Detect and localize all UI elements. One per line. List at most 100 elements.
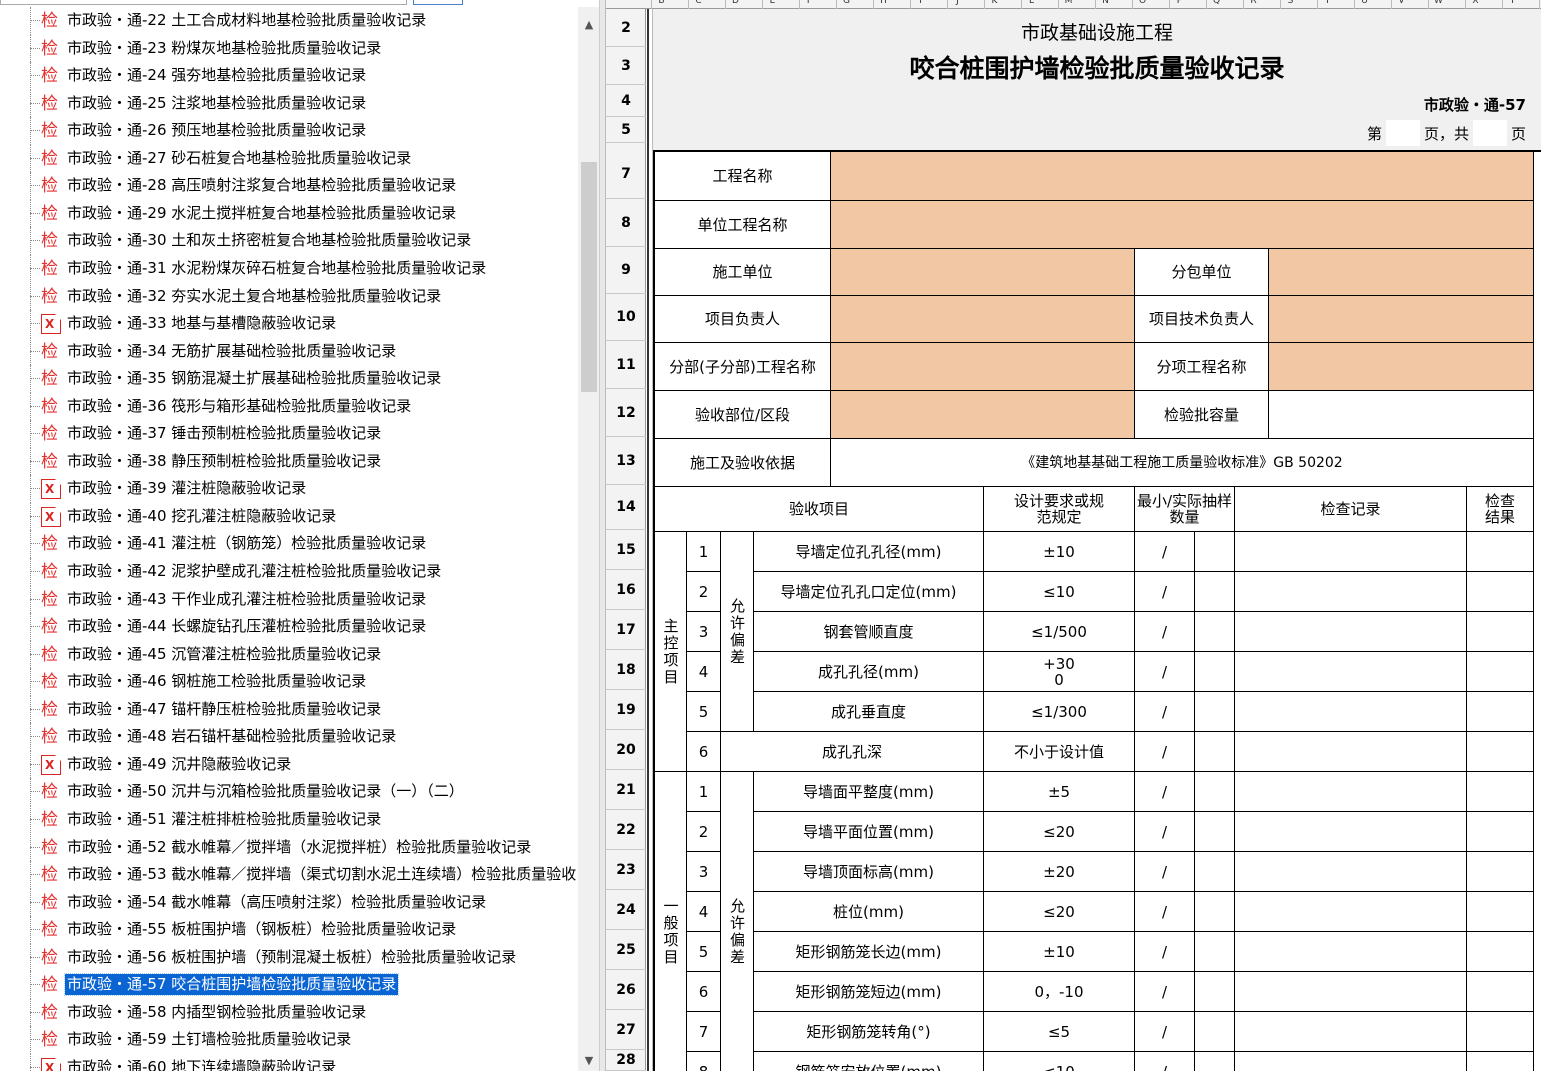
column-header[interactable]: S: [1280, 0, 1300, 9]
tree-item[interactable]: 检市政验・通-41 灌注桩（钢筋笼）检验批质量验收记录: [0, 530, 578, 558]
tree-item-label[interactable]: 市政验・通-39 灌注桩隐蔽验收记录: [65, 478, 308, 499]
row-header[interactable]: 23: [606, 850, 646, 890]
row-header[interactable]: 11: [606, 341, 646, 389]
column-header[interactable]: Y: [1502, 0, 1522, 9]
tree-item[interactable]: 检市政验・通-23 粉煤灰地基检验批质量验收记录: [0, 34, 578, 63]
tree-item[interactable]: 检市政验・通-52 截水帷幕／搅拌墙（水泥搅拌桩）检验批质量验收记录: [0, 833, 578, 861]
scroll-up-icon[interactable]: ▲: [578, 15, 599, 35]
general-row-record[interactable]: [1235, 972, 1467, 1012]
tree-item-label[interactable]: 市政验・通-51 灌注桩排桩检验批质量验收记录: [65, 809, 383, 830]
row-header[interactable]: 18: [606, 650, 646, 690]
tree-item[interactable]: X 市政验・通-33 地基与基槽隐蔽验收记录: [0, 310, 578, 338]
row-header[interactable]: 20: [606, 730, 646, 770]
tree-item[interactable]: 检市政验・通-37 锤击预制桩检验批质量验收记录: [0, 420, 578, 448]
row-header[interactable]: 22: [606, 810, 646, 850]
general-row-record[interactable]: [1235, 852, 1467, 892]
general-row-result[interactable]: [1467, 972, 1534, 1012]
tree-item-label[interactable]: 市政验・通-57 咬合桩围护墙检验批质量验收记录: [63, 973, 400, 997]
tech-manager-input[interactable]: [1269, 296, 1534, 343]
general-row-actual[interactable]: [1195, 1052, 1235, 1071]
tree-item[interactable]: 检市政验・通-35 钢筋混凝土扩展基础检验批质量验收记录: [0, 365, 578, 393]
tree-item[interactable]: 检市政验・通-54 截水帷幕（高压喷射注浆）检验批质量验收记录: [0, 888, 578, 917]
capacity-input[interactable]: [1269, 391, 1534, 439]
row-header[interactable]: 12: [606, 389, 646, 437]
tree-item[interactable]: 检市政验・通-44 长螺旋钻孔压灌桩检验批质量验收记录: [0, 613, 578, 641]
tree-item-label[interactable]: 市政验・通-42 泥浆护壁成孔灌注桩检验批质量验收记录: [65, 561, 443, 582]
tree-item-label[interactable]: 市政验・通-54 截水帷幕（高压喷射注浆）检验批质量验收记录: [65, 892, 488, 913]
main-row-record[interactable]: [1235, 612, 1467, 652]
subcontractor-input[interactable]: [1269, 249, 1534, 296]
tree-item-label[interactable]: 市政验・通-40 挖孔灌注桩隐蔽验收记录: [65, 506, 338, 527]
column-header[interactable]: U: [1354, 0, 1374, 9]
column-header[interactable]: X: [1465, 0, 1485, 9]
column-header[interactable]: K: [984, 0, 1004, 9]
project-manager-input[interactable]: [831, 296, 1135, 343]
tree-item-label[interactable]: 市政验・通-33 地基与基槽隐蔽验收记录: [65, 313, 338, 334]
row-header[interactable]: 8: [606, 199, 646, 247]
tree-item[interactable]: 检市政验・通-59 土钉墙检验批质量验收记录: [0, 1026, 578, 1054]
column-header[interactable]: F: [799, 0, 819, 9]
tree-item[interactable]: 检市政验・通-24 强夯地基检验批质量验收记录: [0, 62, 578, 90]
row-header[interactable]: 16: [606, 570, 646, 610]
tree-item[interactable]: 检市政验・通-29 水泥土搅拌桩复合地基检验批质量验收记录: [0, 199, 578, 228]
column-header[interactable]: B: [651, 0, 671, 9]
tree-item[interactable]: 检市政验・通-42 泥浆护壁成孔灌注桩检验批质量验收记录: [0, 558, 578, 586]
general-row-record[interactable]: [1235, 1012, 1467, 1052]
tree-item[interactable]: X 市政验・通-49 沉井隐蔽验收记录: [0, 750, 578, 779]
main-row-result[interactable]: [1467, 652, 1534, 692]
row-header[interactable]: 3: [606, 47, 646, 85]
tree-item[interactable]: X 市政验・通-39 灌注桩隐蔽验收记录: [0, 475, 578, 503]
page-total-input[interactable]: [1472, 120, 1507, 146]
general-row-record[interactable]: [1235, 892, 1467, 932]
tree-item-label[interactable]: 市政验・通-44 长螺旋钻孔压灌桩检验批质量验收记录: [65, 616, 428, 637]
tree-item[interactable]: 检市政验・通-55 板桩围护墙（钢板桩）检验批质量验收记录: [0, 916, 578, 944]
tree-item-label[interactable]: 市政验・通-52 截水帷幕／搅拌墙（水泥搅拌桩）检验批质量验收记录: [65, 837, 533, 858]
main-row-result[interactable]: [1467, 572, 1534, 612]
tree-item[interactable]: 检市政验・通-46 钢桩施工检验批质量验收记录: [0, 668, 578, 696]
column-header[interactable]: L: [1021, 0, 1041, 9]
tree-item-label[interactable]: 市政验・通-48 岩石锚杆基础检验批质量验收记录: [65, 726, 398, 747]
column-header[interactable]: J: [947, 0, 967, 9]
tree-item-label[interactable]: 市政验・通-35 钢筋混凝土扩展基础检验批质量验收记录: [65, 368, 443, 389]
main-row-actual[interactable]: [1195, 532, 1235, 572]
subitem-input[interactable]: [1269, 343, 1534, 391]
column-header[interactable]: R: [1243, 0, 1263, 9]
main-row-record[interactable]: [1235, 732, 1467, 772]
tree-item-label[interactable]: 市政验・通-22 土工合成材料地基检验批质量验收记录: [65, 10, 428, 31]
row-header[interactable]: 9: [606, 247, 646, 294]
general-row-result[interactable]: [1467, 1052, 1534, 1071]
tree-item-label[interactable]: 市政验・通-55 板桩围护墙（钢板桩）检验批质量验收记录: [65, 919, 458, 940]
main-row-actual[interactable]: [1195, 732, 1235, 772]
general-row-record[interactable]: [1235, 1052, 1467, 1071]
tree-item[interactable]: 检市政验・通-45 沉管灌注桩检验批质量验收记录: [0, 640, 578, 669]
tree-item[interactable]: 检市政验・通-25 注浆地基检验批质量验收记录: [0, 89, 578, 118]
tree-item-label[interactable]: 市政验・通-30 土和灰土挤密桩复合地基检验批质量验收记录: [65, 230, 473, 251]
main-row-actual[interactable]: [1195, 692, 1235, 732]
row-header[interactable]: 25: [606, 930, 646, 970]
row-header[interactable]: 15: [606, 530, 646, 570]
row-header[interactable]: 24: [606, 890, 646, 930]
tree-item-label[interactable]: 市政验・通-27 砂石桩复合地基检验批质量验收记录: [65, 148, 413, 169]
row-header[interactable]: 19: [606, 690, 646, 730]
row-header[interactable]: 17: [606, 610, 646, 650]
tree-item-label[interactable]: 市政验・通-53 截水帷幕／搅拌墙（渠式切割水泥土连续墙）检验批质量验收: [65, 864, 578, 885]
general-row-record[interactable]: [1235, 772, 1467, 812]
tree-item[interactable]: 检市政验・通-22 土工合成材料地基检验批质量验收记录: [0, 7, 578, 35]
general-row-actual[interactable]: [1195, 1012, 1235, 1052]
tree-item-label[interactable]: 市政验・通-38 静压预制桩检验批质量验收记录: [65, 451, 383, 472]
main-row-record[interactable]: [1235, 652, 1467, 692]
tree-item[interactable]: 检市政验・通-47 锚杆静压桩检验批质量验收记录: [0, 695, 578, 724]
general-row-result[interactable]: [1467, 812, 1534, 852]
tree-item[interactable]: X 市政验・通-60 地下连续墙隐蔽验收记录: [0, 1053, 578, 1071]
tree-item-label[interactable]: 市政验・通-41 灌注桩（钢筋笼）检验批质量验收记录: [65, 533, 428, 554]
general-row-actual[interactable]: [1195, 812, 1235, 852]
tree-item-label[interactable]: 市政验・通-49 沉井隐蔽验收记录: [65, 754, 293, 775]
tree-item[interactable]: X 市政验・通-40 挖孔灌注桩隐蔽验收记录: [0, 502, 578, 531]
row-header[interactable]: 7: [606, 150, 646, 199]
column-header[interactable]: D: [725, 0, 745, 9]
main-row-actual[interactable]: [1195, 652, 1235, 692]
tree-item-label[interactable]: 市政验・通-23 粉煤灰地基检验批质量验收记录: [65, 38, 383, 59]
project-name-input[interactable]: [831, 152, 1534, 201]
main-row-result[interactable]: [1467, 532, 1534, 572]
tree-item-label[interactable]: 市政验・通-25 注浆地基检验批质量验收记录: [65, 93, 368, 114]
